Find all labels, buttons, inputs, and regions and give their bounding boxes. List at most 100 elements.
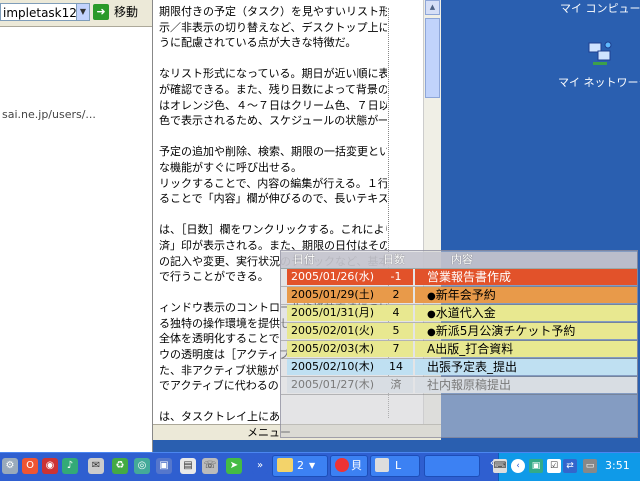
taskbar-folder-group[interactable]: 2 ▼ xyxy=(272,455,328,477)
task-content-text: 出張予定表_提出 xyxy=(427,360,518,374)
document-line: 色で表示されるため、スケジュールの状態が一 xyxy=(159,114,387,128)
task-content[interactable]: ●新派5月公演チケット予約 xyxy=(415,323,637,339)
quicklaunch-chat-icon[interactable]: ☏ xyxy=(202,458,218,474)
opera-icon xyxy=(335,458,349,472)
task-row[interactable]: 2005/02/10(木) 14 出張予定表_提出 xyxy=(281,359,637,377)
task-content[interactable]: ●新年会予約 xyxy=(415,287,637,303)
keyboard-icon[interactable]: ⌨ xyxy=(493,459,507,473)
document-line: リックすることで、内容の編集が行える。１行 xyxy=(159,176,387,190)
quicklaunch-globe-icon[interactable]: ◎ xyxy=(134,458,150,474)
taskbar-opera-button[interactable]: 貝 xyxy=(330,455,368,477)
checkbox-icon[interactable]: ☑ xyxy=(547,459,561,473)
task-date[interactable]: 2005/01/31(月) xyxy=(287,305,379,321)
task-days[interactable]: 4 xyxy=(379,305,413,321)
document-line: ることで「内容」欄が伸びるので、長いテキスト xyxy=(159,192,387,206)
browser-window: impletask121 ▼ ➜ 移動 sai.ne.jp/users/... xyxy=(0,0,153,452)
tray-app-icon[interactable]: ▣ xyxy=(529,459,543,473)
taskbar-blank-button[interactable] xyxy=(424,455,480,477)
tray-network-icon[interactable]: ⇄ xyxy=(563,459,577,473)
task-days[interactable]: 5 xyxy=(379,323,413,339)
quicklaunch-more-icon[interactable]: » xyxy=(252,458,268,474)
task-content[interactable]: ●水道代入金 xyxy=(415,305,637,321)
quicklaunch-settings-icon[interactable]: ⚙ xyxy=(2,458,18,474)
task-days[interactable]: 14 xyxy=(379,359,413,375)
go-button[interactable]: ➜ 移動 xyxy=(93,3,149,22)
task-row[interactable]: 2005/01/29(土) 2 ●新年会予約 xyxy=(281,287,637,305)
quicklaunch-window-icon[interactable]: ▣ xyxy=(156,458,172,474)
quicklaunch-doc-icon[interactable]: ▤ xyxy=(180,458,196,474)
task-date[interactable]: 2005/02/10(木) xyxy=(287,359,379,375)
task-content-text: 営業報告書作成 xyxy=(427,270,512,284)
task-days[interactable]: -1 xyxy=(379,269,413,285)
task-row[interactable]: 2005/02/01(火) 5 ●新派5月公演チケット予約 xyxy=(281,323,637,341)
my-network-label: マイ ネットワーク xyxy=(558,76,640,89)
document-line: 予定の追加や削除、検索、期限の一括変更とい xyxy=(159,145,387,159)
task-row[interactable]: 2005/01/27(木) 済社内報原稿提出 xyxy=(281,377,637,395)
task-date[interactable]: 2005/02/01(火) xyxy=(287,323,379,339)
document-line: な機能がすぐに呼び出せる。 xyxy=(159,160,302,174)
task-list-window[interactable]: 日付 日数 内容 2005/01/26(水) -1 営業報告書作成 2005/01/2… xyxy=(280,250,638,438)
task-content-text: 水道代入金 xyxy=(435,306,496,320)
task-days[interactable]: 7 xyxy=(379,341,413,357)
quicklaunch-opera-icon[interactable]: O xyxy=(22,458,38,474)
task-date[interactable]: 2005/01/27(木) xyxy=(287,377,379,393)
expand-tray-icon[interactable]: ‹ xyxy=(511,459,525,473)
quicklaunch-record-icon[interactable]: ◉ xyxy=(42,458,58,474)
task-rows: 2005/01/26(水) -1 営業報告書作成 2005/01/29(土) 2 ●新年会… xyxy=(281,269,637,395)
app-button-label: L xyxy=(395,459,402,472)
task-content[interactable]: 社内報原稿提出 xyxy=(415,377,637,393)
document-line: は、［日数］欄をワンクリックする。これにより xyxy=(159,223,387,237)
document-line: 期限付きの予定（タスク）を見やすいリスト形 xyxy=(159,5,387,18)
quicklaunch-arrow-icon[interactable]: ➤ xyxy=(226,458,242,474)
task-mark-icon: ● xyxy=(427,309,436,320)
task-row[interactable]: 2005/01/26(水) -1 営業報告書作成 xyxy=(281,269,637,287)
opera-button-label: 貝 xyxy=(351,459,362,472)
task-date[interactable]: 2005/01/26(水) xyxy=(287,269,379,285)
quicklaunch-music-icon[interactable]: ♪ xyxy=(62,458,78,474)
quicklaunch-recycle-icon[interactable]: ♻ xyxy=(112,458,128,474)
task-mark-icon: ● xyxy=(427,327,436,338)
clock[interactable]: 3:51 xyxy=(605,459,630,473)
task-row[interactable]: 2005/02/03(木) 7 A出版_打合資料 xyxy=(281,341,637,359)
task-content[interactable]: A出版_打合資料 xyxy=(415,341,637,357)
header-date[interactable]: 日付 xyxy=(293,252,315,268)
scroll-up-icon[interactable]: ▲ xyxy=(425,0,440,15)
go-arrow-icon: ➜ xyxy=(93,4,109,20)
task-row[interactable]: 2005/01/31(月) 4 ●水道代入金 xyxy=(281,305,637,323)
tray-monitor-icon[interactable]: ▭ xyxy=(583,459,597,473)
address-dropdown-icon[interactable]: ▼ xyxy=(76,3,90,21)
quicklaunch-mail-icon[interactable]: ✉ xyxy=(88,458,104,474)
task-days[interactable]: 2 xyxy=(379,287,413,303)
header-content[interactable]: 内容 xyxy=(451,252,473,268)
task-date[interactable]: 2005/02/03(木) xyxy=(287,341,379,357)
system-tray: ‹ ⌨ ‹ ▣ ☑ ⇄ ▭ 3:51 xyxy=(490,453,640,481)
desktop: impletask121 ▼ ➜ 移動 sai.ne.jp/users/... … xyxy=(0,0,640,452)
task-content-text: 新派5月公演チケット予約 xyxy=(435,324,576,338)
document-line: が確認できる。また、残り日数によって背景の xyxy=(159,82,387,96)
url-link[interactable]: sai.ne.jp/users/... xyxy=(2,108,96,121)
task-content[interactable]: 出張予定表_提出 xyxy=(415,359,637,375)
header-days[interactable]: 日数 xyxy=(383,252,405,268)
document-line: なリスト形式になっている。期日が近い順に表 xyxy=(159,67,387,81)
document-line: はオレンジ色、４～７日はクリーム色、７日以上 xyxy=(159,98,387,112)
task-content-text: 社内報原稿提出 xyxy=(427,378,512,392)
task-content-text: 新年会予約 xyxy=(435,288,496,302)
taskbar: ⚙ O ◉ ♪ ✉ ♻ ◎ ▣ ▤ ☏ ➤ » 2 ▼ 貝 L ‹ ⌨ ‹ ▣ … xyxy=(0,452,640,481)
task-date[interactable]: 2005/01/29(土) xyxy=(287,287,379,303)
address-input[interactable]: impletask121 xyxy=(0,3,84,21)
task-days[interactable]: 済 xyxy=(379,377,413,393)
task-content-text: A出版_打合資料 xyxy=(427,342,514,356)
group-arrow-icon: ▼ xyxy=(309,461,316,470)
go-label: 移動 xyxy=(114,5,139,19)
folder-icon xyxy=(277,458,293,472)
scroll-thumb[interactable] xyxy=(425,18,440,98)
task-content[interactable]: 営業報告書作成 xyxy=(415,269,637,285)
document-line: うに配慮されている点が大きな特徴だ。 xyxy=(159,36,357,50)
network-computers-icon xyxy=(588,41,612,65)
folder-group-count: 2 xyxy=(297,459,304,472)
my-computer-label: マイ コンピュータ xyxy=(560,2,640,15)
taskbar-app-button[interactable]: L xyxy=(370,455,420,477)
